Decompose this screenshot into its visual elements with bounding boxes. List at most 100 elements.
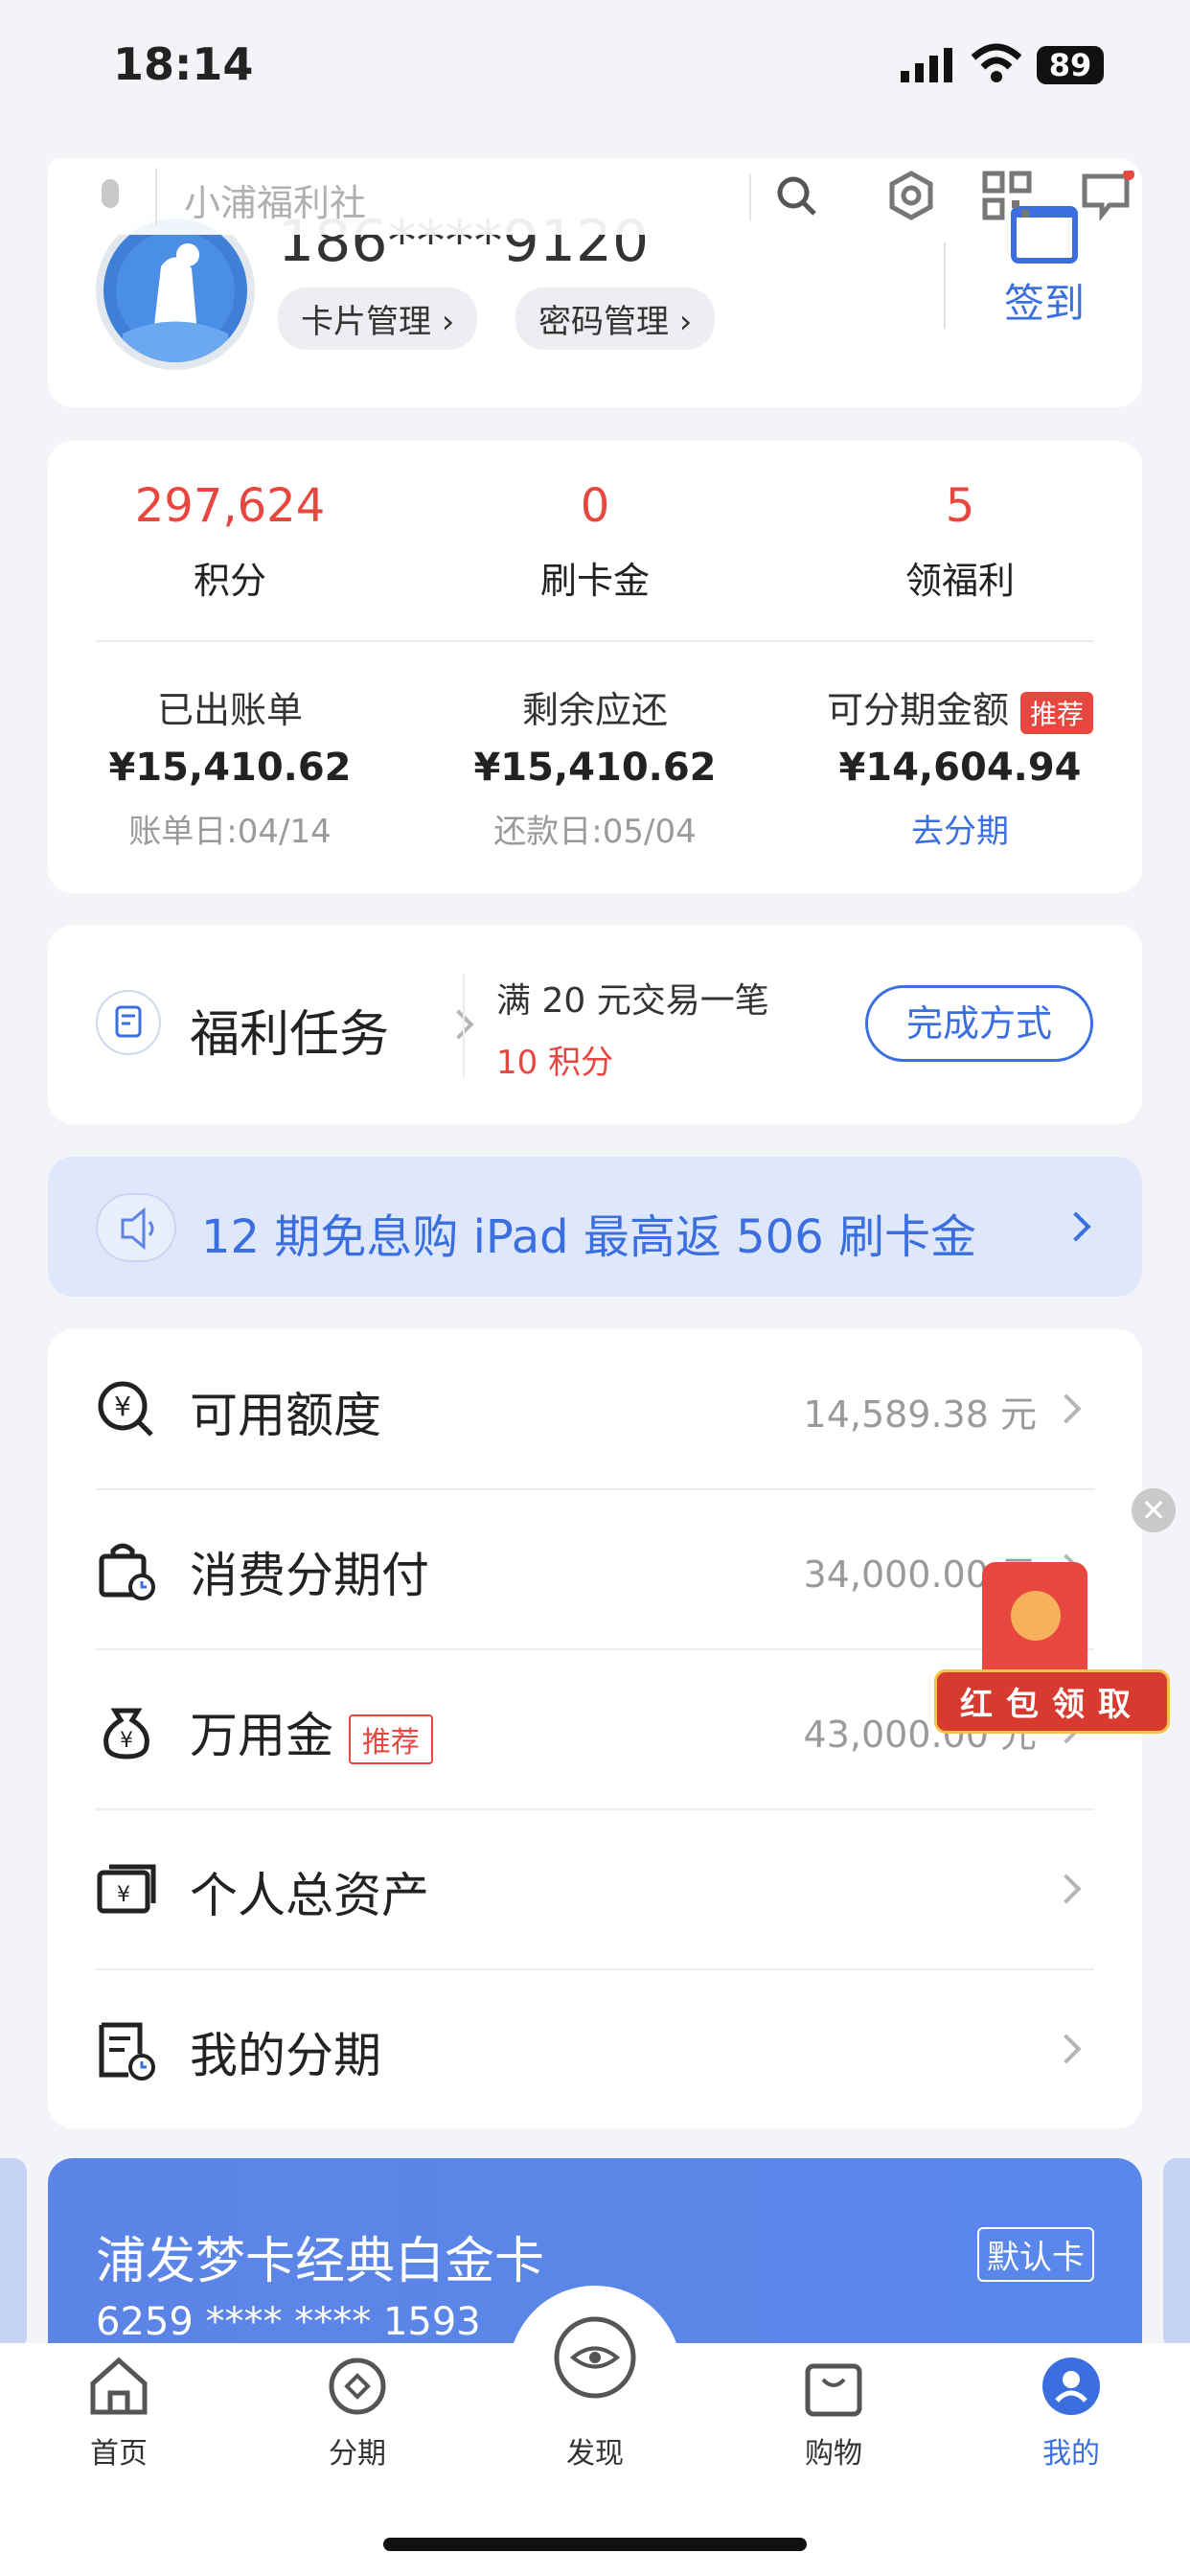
nav-installment-label: 分期 xyxy=(329,2437,386,2471)
nav-installment[interactable]: 分期 xyxy=(281,2353,434,2472)
asset-card-icon: ¥ xyxy=(96,1859,157,1920)
nav-shopping[interactable]: 购物 xyxy=(757,2353,910,2472)
speaker-icon xyxy=(96,1193,176,1262)
remaining-title: 剩余应还 xyxy=(521,689,668,731)
go-installment-link[interactable]: 去分期 xyxy=(778,805,1142,852)
nav-mine-label: 我的 xyxy=(1042,2437,1100,2471)
task-description: 满 20 元交易一笔 xyxy=(496,981,769,1021)
bank-card-number: 6259 **** **** 1593 xyxy=(96,2300,481,2344)
bank-card-name: 浦发梦卡经典白金卡 xyxy=(96,2233,545,2290)
search-bar[interactable]: 小浦福利社 xyxy=(48,158,834,235)
discover-icon xyxy=(552,2314,638,2401)
left-card-peek xyxy=(0,2158,27,2350)
red-envelope-label: 红包领取 xyxy=(934,1669,1170,1734)
shopping-bag-icon xyxy=(800,2353,867,2420)
right-card-peek xyxy=(1163,2158,1190,2350)
checkin-label: 签到 xyxy=(1003,280,1085,327)
total-assets-label: 个人总资产 xyxy=(190,1868,429,1923)
recommend-badge: 推荐 xyxy=(348,1714,433,1764)
available-credit-label: 可用额度 xyxy=(190,1388,381,1443)
battery-icon: 89 xyxy=(1037,46,1104,84)
red-envelope-promo[interactable]: 红包领取 xyxy=(934,1562,1170,1754)
wifi-icon xyxy=(970,42,1023,88)
my-installments-label: 我的分期 xyxy=(190,2028,381,2083)
complete-method-label: 完成方式 xyxy=(905,1002,1052,1045)
settings-icon[interactable] xyxy=(886,171,936,224)
red-envelope-icon xyxy=(982,1562,1087,1687)
available-credit-value: 14,589.38 元 xyxy=(803,1393,1037,1436)
signal-icon xyxy=(901,46,958,88)
card-management-label: 卡片管理 xyxy=(301,303,431,341)
password-management-label: 密码管理 xyxy=(538,303,669,341)
checkin-button[interactable]: 签到 xyxy=(992,206,1097,330)
row-chevron-icon xyxy=(1051,2034,1082,2064)
promo-banner-text: 12 期免息购 iPad 最高返 506 刷卡金 xyxy=(201,1210,976,1264)
billing-date: 账单日:04/14 xyxy=(128,813,332,851)
card-cash-value[interactable]: 0 xyxy=(413,479,777,533)
nav-home[interactable]: 首页 xyxy=(42,2353,195,2472)
nav-discover-label: 发现 xyxy=(566,2437,624,2471)
shopping-bag-clock-icon xyxy=(96,1539,157,1600)
installment-doc-icon xyxy=(96,2019,157,2081)
row-my-installments[interactable]: 我的分期 xyxy=(48,1969,1142,2128)
nav-home-label: 首页 xyxy=(90,2437,148,2471)
benefits-label: 领福利 xyxy=(904,560,1015,602)
installment-available-title: 可分期金额 推荐 xyxy=(778,680,1142,734)
welfare-task-title[interactable]: 福利任务 xyxy=(190,994,389,1066)
remaining-amount[interactable]: ¥15,410.62 xyxy=(413,746,777,790)
nav-shopping-label: 购物 xyxy=(805,2437,862,2471)
recommend-badge: 推荐 xyxy=(1020,691,1094,734)
nav-discover[interactable]: 发现 xyxy=(518,2316,672,2472)
divider-vertical xyxy=(944,242,946,329)
consumer-installment-label: 消费分期付 xyxy=(190,1548,429,1603)
search-input[interactable]: 小浦福利社 xyxy=(184,173,366,226)
promo-banner[interactable]: 12 期免息购 iPad 最高返 506 刷卡金 xyxy=(48,1157,1142,1297)
search-divider-right xyxy=(749,173,751,221)
password-management-button[interactable]: 密码管理 › xyxy=(515,288,716,350)
summary-divider xyxy=(96,640,1094,642)
card-cash-label: 刷卡金 xyxy=(539,560,650,602)
task-divider xyxy=(463,973,465,1078)
points-value[interactable]: 297,624 xyxy=(48,479,412,533)
red-envelope-close-icon[interactable]: ✕ xyxy=(1132,1488,1176,1532)
default-card-badge: 默认卡 xyxy=(977,2227,1094,2282)
task-list-icon xyxy=(96,990,161,1055)
installment-icon xyxy=(324,2353,391,2420)
card-management-button[interactable]: 卡片管理 › xyxy=(278,288,478,350)
row-total-assets[interactable]: ¥ 个人总资产 xyxy=(48,1809,1142,1968)
status-time: 18:14 xyxy=(113,38,254,90)
account-summary-card: 297,624 积分 0 刷卡金 5 领福利 已出账单 ¥15,410.62 账… xyxy=(48,441,1142,893)
row-available-credit[interactable]: ¥ 可用额度 14,589.38 元 xyxy=(48,1329,1142,1488)
money-bag-icon: ¥ xyxy=(96,1699,157,1760)
battery-level: 89 xyxy=(1048,47,1092,83)
qr-code-icon[interactable] xyxy=(982,171,1032,224)
task-chevron-icon xyxy=(444,1009,474,1040)
search-icon[interactable] xyxy=(776,175,818,221)
nav-mine[interactable]: 我的 xyxy=(995,2353,1148,2472)
profile-icon xyxy=(1038,2353,1105,2420)
billed-title: 已出账单 xyxy=(156,689,303,731)
banner-chevron-icon xyxy=(1061,1211,1091,1242)
repayment-date: 还款日:05/04 xyxy=(493,813,697,851)
installment-available-amount[interactable]: ¥14,604.94 xyxy=(778,746,1142,790)
svg-text:¥: ¥ xyxy=(120,1729,133,1753)
message-icon[interactable] xyxy=(1081,169,1134,224)
home-icon xyxy=(85,2353,152,2420)
microphone-icon[interactable] xyxy=(102,179,119,208)
installment-available-label: 可分期金额 xyxy=(826,689,1009,731)
svg-text:¥: ¥ xyxy=(114,1391,131,1422)
complete-method-button[interactable]: 完成方式 xyxy=(865,985,1093,1062)
billed-amount[interactable]: ¥15,410.62 xyxy=(48,746,412,790)
benefits-value[interactable]: 5 xyxy=(778,479,1142,533)
home-indicator xyxy=(383,2538,807,2551)
points-label: 积分 xyxy=(193,560,266,602)
universal-cash-text: 万用金 xyxy=(190,1708,333,1763)
welfare-task-card: 福利任务 满 20 元交易一笔 10 积分 完成方式 xyxy=(48,925,1142,1124)
svg-text:¥: ¥ xyxy=(117,1883,130,1907)
row-chevron-icon xyxy=(1051,1393,1082,1424)
yen-search-icon: ¥ xyxy=(96,1379,157,1440)
universal-cash-label: 万用金 推荐 xyxy=(190,1697,433,1766)
search-divider xyxy=(155,168,157,225)
task-reward: 10 积分 xyxy=(496,1044,614,1082)
row-chevron-icon xyxy=(1051,1874,1082,1904)
